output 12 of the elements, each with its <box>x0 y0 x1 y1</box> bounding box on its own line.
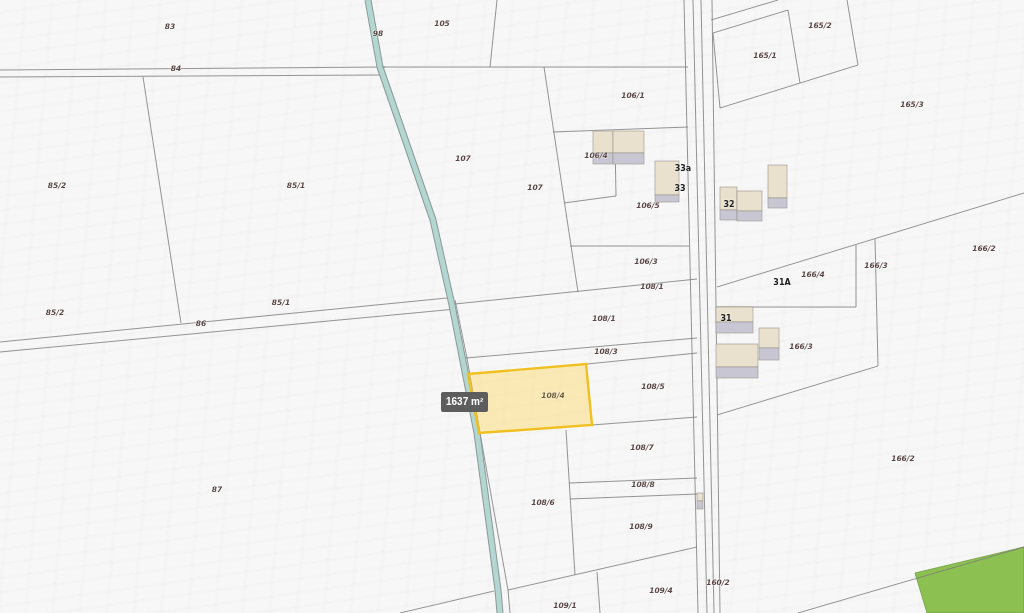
area-tooltip: 1637 m² <box>441 392 489 412</box>
selected-parcel[interactable] <box>466 362 594 435</box>
building <box>719 186 738 221</box>
house-number: 31A <box>773 279 791 287</box>
house-number: 31 <box>720 315 732 323</box>
house-number: 33 <box>674 185 686 193</box>
house-number: 32 <box>723 201 735 209</box>
building <box>696 492 704 510</box>
building <box>736 190 763 222</box>
house-number: 33a <box>674 165 692 173</box>
building <box>767 164 788 209</box>
building <box>715 306 754 334</box>
